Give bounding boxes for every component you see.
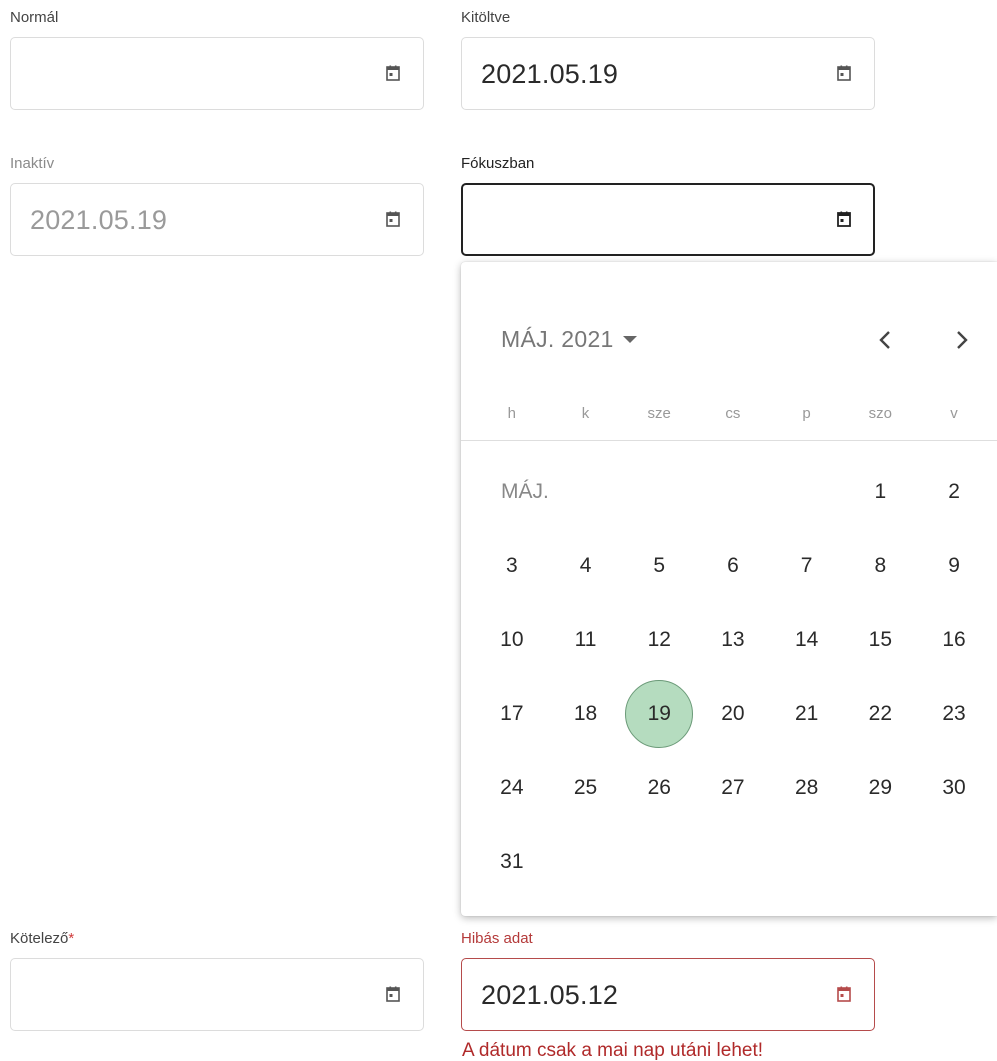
calendar-day[interactable]: 31 [478,828,546,896]
month-row-label: MÁJ. [501,480,549,503]
field-focused: Fókuszban [461,155,875,256]
required-asterisk: * [68,930,75,947]
chevron-left-icon [879,331,890,349]
field-normal: Normál [10,9,424,110]
next-month-button[interactable] [946,324,978,356]
caret-down-icon [622,336,637,343]
calendar-day[interactable]: 16 [920,606,988,674]
field-filled: Kitöltve 2021.05.19 [461,9,875,110]
month-year-label: MÁJ. 2021 [501,326,614,352]
error-message: A dátum csak a mai nap utáni lehet! [462,1040,764,1061]
calendar-day[interactable]: 5 [625,532,693,600]
field-label: Fókuszban [461,155,535,172]
calendar-day[interactable]: 22 [846,680,914,748]
calendar-day[interactable]: 29 [846,754,914,822]
date-input-error[interactable]: 2021.05.12 [461,958,875,1031]
calendar-day[interactable]: 20 [699,680,767,748]
input-value: 2021.05.19 [30,205,168,235]
date-input-disabled: 2021.05.19 [10,183,424,256]
weekday-label: sze [647,405,671,422]
field-required: Kötelező* [10,930,424,1031]
calendar-day[interactable]: 24 [478,754,546,822]
field-label: Kötelező* [10,930,424,948]
field-label-text: Kötelező [10,930,69,947]
field-label: Kitöltve [461,9,511,26]
calendar-day[interactable]: 1 [846,458,914,526]
calendar-day[interactable]: 15 [846,606,914,674]
calendar-icon[interactable] [836,65,852,82]
calendar-day[interactable]: 9 [920,532,988,600]
month-year-selector[interactable]: MÁJ. 2021 [501,326,637,353]
calendar-day[interactable]: 30 [920,754,988,822]
weekday-label: h [507,405,517,422]
calendar-day[interactable]: 23 [920,680,988,748]
date-input-required[interactable] [10,958,424,1031]
weekday-label: szo [868,405,892,422]
weekday-label: cs [725,405,741,422]
calendar-day[interactable]: 18 [552,680,620,748]
calendar-day[interactable]: 8 [846,532,914,600]
calendar-icon [385,211,401,228]
date-input-focused[interactable] [461,183,875,256]
calendar-day[interactable]: 2 [920,458,988,526]
weekday-label: v [950,405,958,422]
calendar-icon[interactable] [385,986,401,1003]
field-label: Inaktív [10,155,55,172]
calendar-day[interactable]: 21 [773,680,841,748]
calendar-popup: MÁJ. 2021 h k sze cs p szo v MÁJ. 1 2 3 4 5 6 7 8 9 10 1… [461,262,997,916]
field-disabled: Inaktív 2021.05.19 [10,155,424,256]
input-value: 2021.05.19 [481,59,619,89]
calendar-day[interactable]: 13 [699,606,767,674]
field-label: Hibás adat [461,930,533,947]
field-error: Hibás adat 2021.05.12 A dátum csak a mai… [461,930,875,1061]
calendar-day[interactable]: 7 [773,532,841,600]
calendar-day[interactable]: 3 [478,532,546,600]
chevron-right-icon [957,331,968,349]
calendar-icon[interactable] [836,211,852,228]
weekday-label: p [802,405,811,422]
calendar-day[interactable]: 10 [478,606,546,674]
calendar-day[interactable]: 26 [625,754,693,822]
calendar-day[interactable]: 14 [773,606,841,674]
calendar-day[interactable]: 28 [773,754,841,822]
calendar-day[interactable]: 12 [625,606,693,674]
calendar-day-selected[interactable]: 19 [625,680,694,748]
previous-month-button[interactable] [869,324,901,356]
input-value: 2021.05.12 [481,980,619,1010]
calendar-day[interactable]: 27 [699,754,767,822]
calendar-day[interactable]: 6 [699,532,767,600]
calendar-day[interactable]: 17 [478,680,546,748]
calendar-icon[interactable] [836,986,852,1003]
date-input-filled[interactable]: 2021.05.19 [461,37,875,110]
calendar-day[interactable]: 25 [552,754,620,822]
field-label: Normál [10,9,59,26]
date-input-normal[interactable] [10,37,424,110]
weekday-header: h k sze cs p szo v [475,405,991,422]
calendar-day[interactable]: 11 [552,606,620,674]
calendar-icon[interactable] [385,65,401,82]
weekday-label: k [581,405,590,422]
calendar-day[interactable]: 4 [552,532,620,600]
datepicker-demo-page: Normál Kitöltve 2021.05.19 Inaktív 2021.… [0,0,997,1061]
divider [461,440,997,441]
